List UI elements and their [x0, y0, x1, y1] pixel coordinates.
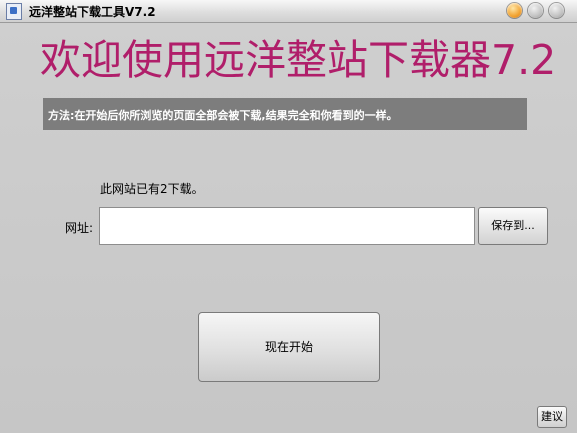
save-to-button[interactable]: 保存到... [478, 207, 548, 245]
suggest-button[interactable]: 建议 [537, 406, 567, 428]
url-input[interactable] [99, 207, 475, 245]
close-button[interactable] [549, 3, 564, 18]
maximize-button[interactable] [528, 3, 543, 18]
title-bar: 远洋整站下载工具V7.2 [0, 0, 577, 23]
minimize-button[interactable] [507, 3, 522, 18]
welcome-headline: 欢迎使用远洋整站下载器7.2 [40, 36, 557, 84]
info-bar: 方法:在开始后你所浏览的页面全部会被下载,结果完全和你看到的一样。 [43, 98, 527, 130]
url-label: 网址: [65, 221, 94, 235]
app-icon [6, 3, 22, 20]
start-now-button[interactable]: 现在开始 [198, 312, 380, 382]
info-text: 方法:在开始后你所浏览的页面全部会被下载,结果完全和你看到的一样。 [48, 109, 398, 122]
download-count-text: 此网站已有2下载。 [100, 182, 204, 196]
window-title: 远洋整站下载工具V7.2 [29, 5, 156, 19]
